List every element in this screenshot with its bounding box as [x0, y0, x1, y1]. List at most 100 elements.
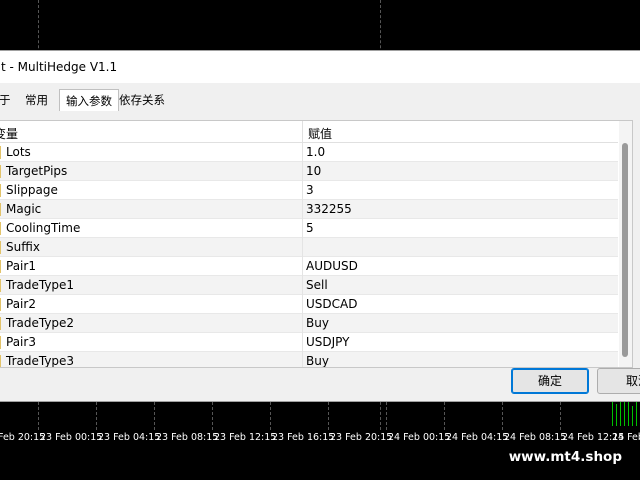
param-icon	[0, 317, 1, 330]
param-icon	[0, 260, 1, 273]
param-value[interactable]: Buy	[306, 354, 329, 367]
vertical-scrollbar[interactable]	[619, 121, 632, 367]
grid-line	[560, 402, 561, 430]
cell-divider	[302, 314, 303, 333]
grid-line	[444, 402, 445, 430]
cell-divider	[302, 143, 303, 162]
param-name: TradeType3	[6, 354, 75, 368]
param-icon	[0, 355, 1, 367]
time-label: 23 Feb 20:15	[330, 432, 393, 443]
table-row[interactable]: Slippage 3	[0, 181, 618, 200]
table-row[interactable]: Lots 1.0	[0, 143, 618, 162]
grid-line	[328, 402, 329, 430]
table-row[interactable]: TradeType1 Sell	[0, 276, 618, 295]
param-value[interactable]: 3	[306, 183, 314, 197]
param-name: CoolingTime	[6, 221, 81, 235]
param-value[interactable]: AUDUSD	[306, 259, 358, 273]
param-icon	[0, 146, 1, 159]
cell-divider	[302, 276, 303, 295]
grid-line	[502, 402, 503, 430]
cell-divider	[302, 181, 303, 200]
dialog-title: t - MultiHedge V1.1	[1, 60, 118, 74]
table-row[interactable]: Pair2 USDCAD	[0, 295, 618, 314]
dialog-titlebar[interactable]: t - MultiHedge V1.1	[0, 51, 640, 83]
time-label: 24 Feb 00:15	[388, 432, 451, 443]
grid-line	[154, 402, 155, 430]
time-label: 23 Feb 08:15	[156, 432, 219, 443]
param-name: Lots	[6, 145, 31, 159]
time-label: 24 Feb	[612, 432, 640, 443]
column-divider[interactable]	[302, 121, 303, 143]
param-name: TargetPips	[6, 164, 68, 178]
table-row[interactable]: TargetPips 10	[0, 162, 618, 181]
grid-line	[38, 402, 39, 430]
param-name: Pair3	[6, 335, 36, 349]
candle-spike	[624, 400, 625, 426]
cell-divider	[302, 219, 303, 238]
grid-line	[270, 402, 271, 430]
param-icon	[0, 241, 1, 254]
time-label: 23 Feb 00:15	[40, 432, 103, 443]
table-row[interactable]: Pair1 AUDUSD	[0, 257, 618, 276]
cell-divider	[302, 352, 303, 367]
param-name: Magic	[6, 202, 42, 216]
table-row[interactable]: TradeType2 Buy	[0, 314, 618, 333]
param-name: TradeType2	[6, 316, 75, 330]
cell-divider	[302, 162, 303, 181]
candle-spike	[616, 404, 617, 426]
param-icon	[0, 222, 1, 235]
column-header-value[interactable]: 赋值	[308, 125, 332, 142]
cell-divider	[302, 200, 303, 219]
param-icon	[0, 279, 1, 292]
tab-dependencies[interactable]: 依存关系	[113, 89, 171, 111]
candle-spike	[636, 398, 637, 426]
param-value[interactable]: Sell	[306, 278, 328, 292]
cell-divider	[302, 295, 303, 314]
param-icon	[0, 184, 1, 197]
watermark: www.mt4.shop	[508, 449, 622, 465]
tab-common[interactable]: 常用	[19, 89, 54, 111]
time-label: 23 Feb 04:15	[98, 432, 161, 443]
column-header-variable[interactable]: 变量	[0, 125, 18, 142]
ok-button[interactable]: 确定	[511, 368, 589, 394]
inputs-table: 变量 赋值 Lots 1.0 TargetPips 10 Slippage 3 Mag…	[0, 120, 633, 368]
param-value[interactable]: 1.0	[306, 145, 325, 159]
time-label: 23 Feb 16:15	[272, 432, 335, 443]
param-name: Pair1	[6, 259, 36, 273]
table-row[interactable]: TradeType3 Buy	[0, 352, 618, 368]
param-value[interactable]: 10	[306, 164, 321, 178]
scrollbar-thumb[interactable]	[622, 143, 628, 357]
param-value[interactable]: Buy	[306, 316, 329, 330]
grid-line	[212, 402, 213, 430]
param-icon	[0, 298, 1, 311]
cell-divider	[302, 333, 303, 352]
tab-inputs[interactable]: 输入参数	[59, 89, 119, 111]
time-label: 24 Feb 08:15	[504, 432, 567, 443]
expert-properties-dialog: t - MultiHedge V1.1 于 常用 输入参数 依存关系 变量 赋值…	[0, 50, 640, 402]
table-header: 变量 赋值	[0, 121, 618, 143]
table-row[interactable]: Magic 332255	[0, 200, 618, 219]
time-label: Feb 20:15	[0, 432, 46, 443]
param-value[interactable]: 5	[306, 221, 314, 235]
tab-about[interactable]: 于	[0, 89, 17, 111]
param-name: TradeType1	[6, 278, 75, 292]
time-label: 24 Feb 04:15	[446, 432, 509, 443]
param-icon	[0, 203, 1, 216]
table-row[interactable]: Pair3 USDJPY	[0, 333, 618, 352]
param-value[interactable]: USDCAD	[306, 297, 357, 311]
param-name: Pair2	[6, 297, 36, 311]
table-body: Lots 1.0 TargetPips 10 Slippage 3 Magic 3322…	[0, 143, 618, 368]
param-value[interactable]: USDJPY	[306, 335, 349, 349]
param-icon	[0, 165, 1, 178]
table-row[interactable]: CoolingTime 5	[0, 219, 618, 238]
tab-bar: 于 常用 输入参数 依存关系	[0, 89, 640, 111]
grid-line	[96, 402, 97, 430]
time-label: 23 Feb 12:15	[214, 432, 277, 443]
cell-divider	[302, 257, 303, 276]
cancel-button[interactable]: 取消	[597, 368, 640, 394]
param-icon	[0, 336, 1, 349]
param-name: Suffix	[6, 240, 40, 254]
time-axis: Feb 20:15 23 Feb 00:15 23 Feb 04:15 23 F…	[0, 428, 640, 448]
table-row[interactable]: Suffix	[0, 238, 618, 257]
param-value[interactable]: 332255	[306, 202, 352, 216]
